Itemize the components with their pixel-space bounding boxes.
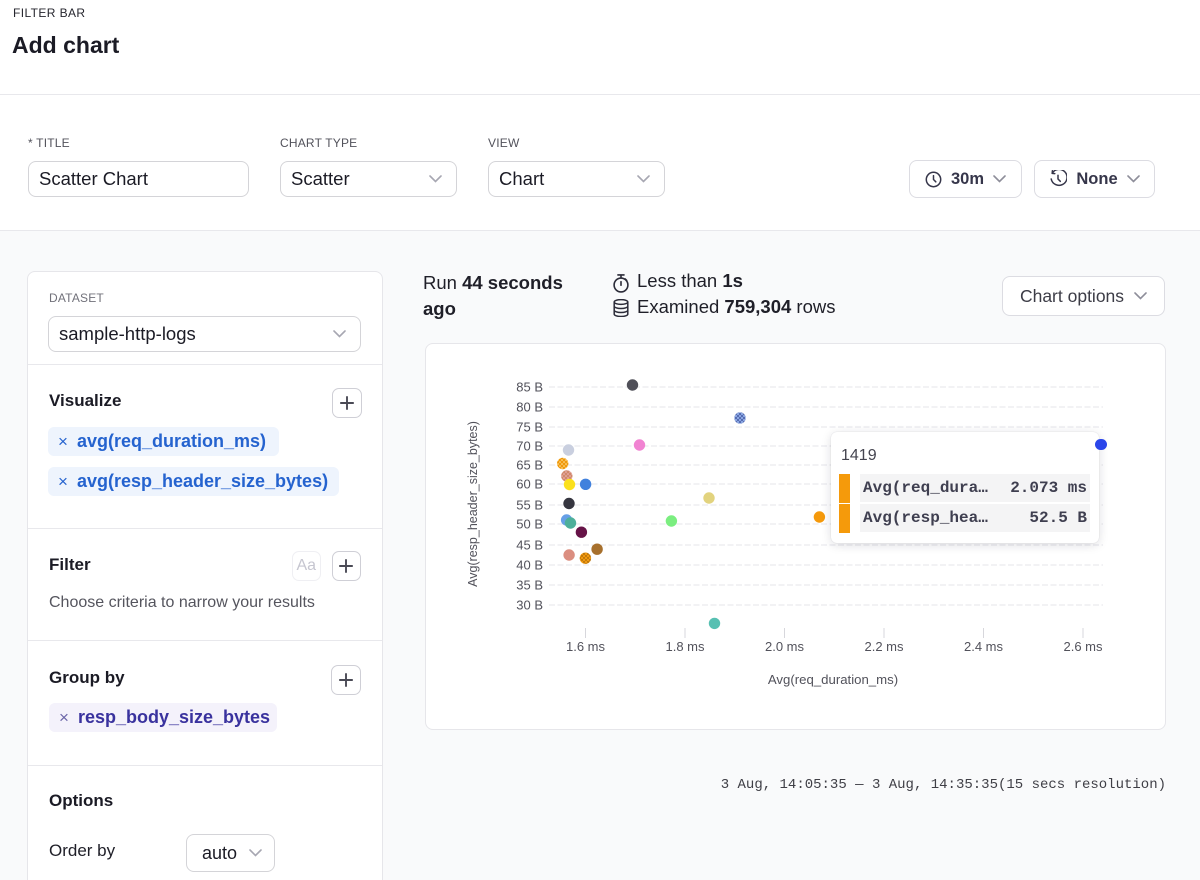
svg-text:85 B: 85 B [516, 380, 543, 395]
svg-text:1.6 ms: 1.6 ms [566, 639, 606, 654]
svg-text:30 B: 30 B [516, 598, 543, 613]
svg-text:1.8 ms: 1.8 ms [665, 639, 705, 654]
svg-text:80 B: 80 B [516, 400, 543, 415]
svg-text:60 B: 60 B [516, 477, 543, 492]
svg-text:40 B: 40 B [516, 558, 543, 573]
svg-text:2.0 ms: 2.0 ms [765, 639, 805, 654]
svg-text:50 B: 50 B [516, 517, 543, 532]
svg-text:70 B: 70 B [516, 439, 543, 454]
svg-text:Avg(req_duration_ms): Avg(req_duration_ms) [768, 672, 898, 687]
svg-text:35 B: 35 B [516, 578, 543, 593]
svg-text:2.4 ms: 2.4 ms [964, 639, 1004, 654]
svg-text:45 B: 45 B [516, 538, 543, 553]
svg-text:65 B: 65 B [516, 458, 543, 473]
svg-text:2.6 ms: 2.6 ms [1063, 639, 1103, 654]
svg-text:75 B: 75 B [516, 420, 543, 435]
svg-text:55 B: 55 B [516, 498, 543, 513]
svg-text:Avg(resp_header_size_bytes): Avg(resp_header_size_bytes) [466, 421, 480, 587]
svg-text:2.2 ms: 2.2 ms [864, 639, 904, 654]
